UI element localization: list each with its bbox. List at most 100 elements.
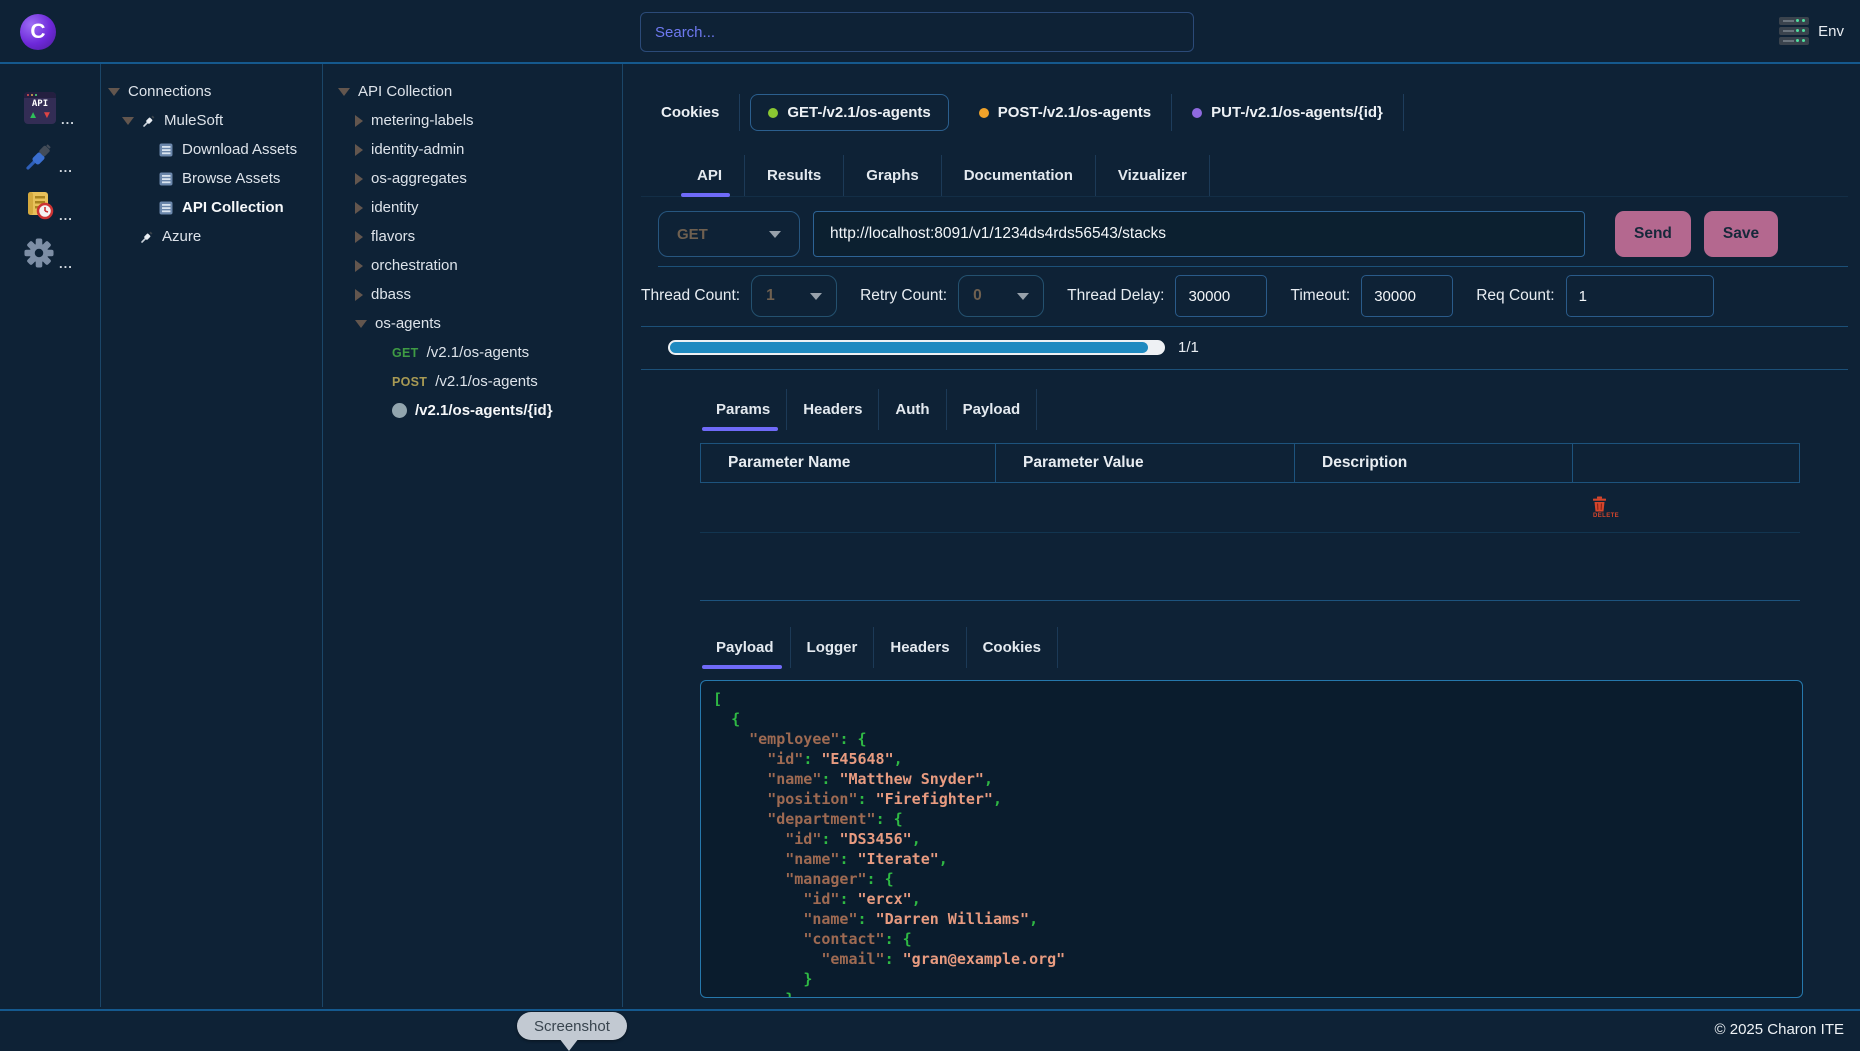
retry-count-select[interactable]: 0 — [958, 275, 1044, 317]
tab-response-payload[interactable]: Payload — [700, 627, 791, 668]
caret-right-icon[interactable] — [355, 202, 363, 214]
tab-api[interactable]: API — [675, 155, 745, 196]
progress-row: 1/1 — [641, 327, 1848, 370]
tree-node-mulesoft[interactable]: MuleSoft — [108, 106, 322, 135]
tab-payload[interactable]: Payload — [947, 389, 1038, 430]
thread-delay-input[interactable] — [1175, 275, 1267, 317]
delete-label: DELETE — [1592, 513, 1619, 519]
tree-endpoint-get-os-agents[interactable]: GET /v2.1/os-agents — [338, 338, 622, 367]
tab-cookies[interactable]: Cookies — [661, 94, 740, 131]
caret-right-icon[interactable] — [355, 231, 363, 243]
chevron-down-icon — [810, 293, 822, 300]
rail-item-settings[interactable]: ... — [24, 238, 100, 268]
tree-label: dbass — [371, 286, 411, 303]
list-icon — [158, 142, 174, 158]
tree-node-api-collection[interactable]: API Collection — [108, 193, 322, 222]
tree-node-orchestration[interactable]: orchestration — [338, 251, 622, 280]
run-settings-row: Thread Count: 1 Retry Count: 0 Thread De… — [641, 267, 1848, 327]
tab-graphs[interactable]: Graphs — [844, 155, 942, 196]
delete-row-button[interactable]: DELETE — [1572, 483, 1800, 532]
tab-auth[interactable]: Auth — [879, 389, 946, 430]
rail-more-dots[interactable]: ... — [61, 115, 75, 124]
rail-more-dots[interactable]: ... — [59, 163, 73, 172]
caret-down-icon[interactable] — [108, 88, 120, 96]
tree-node-download-assets[interactable]: Download Assets — [108, 135, 322, 164]
tree-node-metering-labels[interactable]: metering-labels — [338, 106, 622, 135]
timeout-input[interactable] — [1361, 275, 1453, 317]
tree-node-identity[interactable]: identity — [338, 193, 622, 222]
tab-vizualizer[interactable]: Vizualizer — [1096, 155, 1210, 196]
caret-down-icon[interactable] — [338, 88, 350, 96]
req-count-input[interactable] — [1566, 275, 1714, 317]
tab-put-os-agents-id[interactable]: PUT-/v2.1/os-agents/{id} — [1172, 94, 1404, 131]
retry-count-value: 0 — [973, 287, 982, 305]
tab-label: Cookies — [661, 104, 719, 121]
api-collection-panel: API Collection metering-labels identity-… — [323, 64, 623, 1007]
workspace: API ▲▼ ... ... — [0, 64, 1860, 1007]
tree-node-identity-admin[interactable]: identity-admin — [338, 135, 622, 164]
api-import-export-icon: API ▲▼ — [24, 92, 56, 124]
method-select[interactable]: GET — [658, 211, 800, 257]
tab-logger[interactable]: Logger — [791, 627, 875, 668]
progress-fill — [670, 342, 1148, 353]
chevron-down-icon — [769, 231, 781, 238]
tree-node-azure[interactable]: Azure — [108, 222, 322, 251]
tree-endpoint-post-os-agents[interactable]: POST /v2.1/os-agents — [338, 367, 622, 396]
rail-more-dots[interactable]: ... — [59, 259, 73, 268]
env-button[interactable]: Env — [1779, 17, 1844, 45]
progress-label: 1/1 — [1178, 339, 1199, 356]
tree-label: flavors — [371, 228, 415, 245]
caret-right-icon[interactable] — [355, 115, 363, 127]
params-table: Parameter Name Parameter Value Descripti… — [700, 443, 1800, 601]
rail-item-history[interactable]: ... — [24, 190, 100, 220]
tab-response-headers[interactable]: Headers — [874, 627, 966, 668]
url-input[interactable] — [813, 211, 1585, 257]
tree-node-browse-assets[interactable]: Browse Assets — [108, 164, 322, 193]
small-plug-icon — [142, 114, 156, 128]
tab-post-os-agents[interactable]: POST-/v2.1/os-agents — [959, 94, 1172, 131]
tree-endpoint-os-agents-id[interactable]: /v2.1/os-agents/{id} — [338, 396, 622, 425]
small-plug-icon — [140, 230, 154, 244]
caret-right-icon[interactable] — [355, 289, 363, 301]
tree-node-os-aggregates[interactable]: os-aggregates — [338, 164, 622, 193]
tree-node-os-agents[interactable]: os-agents — [338, 309, 622, 338]
caret-right-icon[interactable] — [355, 144, 363, 156]
screenshot-button[interactable]: Screenshot — [517, 1012, 627, 1040]
thread-delay-label: Thread Delay: — [1067, 287, 1164, 305]
tree-label: identity-admin — [371, 141, 464, 158]
caret-down-icon[interactable] — [122, 117, 134, 125]
caret-right-icon[interactable] — [355, 173, 363, 185]
tab-documentation[interactable]: Documentation — [942, 155, 1096, 196]
payload-editor[interactable]: [ { "employee": { "id": "E45648", "name"… — [700, 680, 1803, 998]
caret-down-icon[interactable] — [355, 320, 367, 328]
params-table-row: DELETE — [700, 483, 1800, 533]
rail-item-api-tool[interactable]: API ▲▼ ... — [24, 92, 100, 124]
save-button[interactable]: Save — [1704, 211, 1778, 257]
tab-label: GET-/v2.1/os-agents — [787, 104, 930, 121]
server-stack-icon — [1779, 17, 1809, 45]
tree-node-flavors[interactable]: flavors — [338, 222, 622, 251]
tree-node-dbass[interactable]: dbass — [338, 280, 622, 309]
send-button[interactable]: Send — [1615, 211, 1691, 257]
rail-item-connector[interactable]: ... — [24, 142, 100, 172]
purple-dot-icon — [1192, 108, 1202, 118]
icon-rail: API ▲▼ ... ... — [0, 64, 101, 1007]
tree-node-api-collection-root[interactable]: API Collection — [338, 77, 622, 106]
tab-params[interactable]: Params — [700, 389, 787, 430]
response-tab-bar: Payload Logger Headers Cookies — [700, 627, 1848, 668]
request-bar: GET Send Save — [658, 211, 1848, 267]
caret-right-icon[interactable] — [355, 260, 363, 272]
tab-get-os-agents[interactable]: GET-/v2.1/os-agents — [750, 94, 948, 131]
params-table-empty-row — [700, 533, 1800, 601]
tab-results[interactable]: Results — [745, 155, 844, 196]
tab-headers[interactable]: Headers — [787, 389, 879, 430]
rail-more-dots[interactable]: ... — [59, 211, 73, 220]
tab-response-cookies[interactable]: Cookies — [967, 627, 1058, 668]
tree-node-connections[interactable]: Connections — [108, 77, 322, 106]
screenshot-label: Screenshot — [534, 1018, 610, 1035]
thread-count-select[interactable]: 1 — [751, 275, 837, 317]
search-input[interactable] — [640, 12, 1194, 52]
view-tab-bar: API Results Graphs Documentation Vizuali… — [641, 155, 1848, 197]
method-post-badge: POST — [392, 375, 427, 389]
settings-gear-icon — [24, 238, 54, 268]
